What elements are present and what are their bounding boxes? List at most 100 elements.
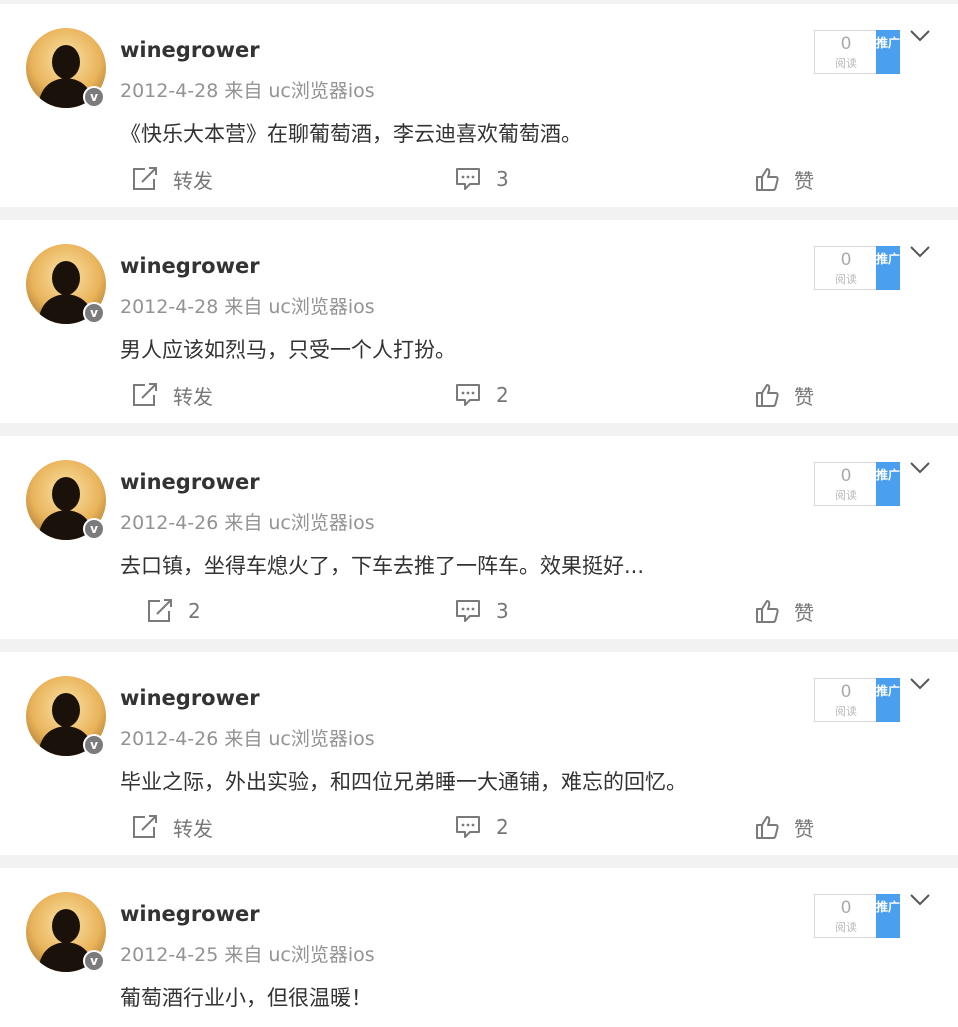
like-label: 赞 (794, 384, 814, 409)
post-source: 来自 uc浏览器ios (224, 728, 375, 750)
username-link[interactable]: winegrower (120, 38, 260, 62)
verified-badge: v (83, 518, 105, 540)
read-label: 阅读 (835, 705, 857, 718)
read-count: 0 (840, 898, 852, 918)
comment-button[interactable]: 3 (454, 594, 509, 628)
like-label: 赞 (794, 168, 814, 193)
share-box-icon (148, 599, 172, 622)
comment-button[interactable]: 2 (454, 810, 509, 844)
forward-label: 转发 (173, 168, 213, 193)
read-label: 阅读 (835, 57, 857, 70)
action-bar: 转发 2 赞 (0, 810, 958, 844)
post-card: v winegrower 2012-4-26 来自 uc浏览器ios 毕业之际，外… (0, 652, 958, 855)
post-text: 男人应该如烈马，只受一个人打扮。 (120, 338, 456, 362)
promote-badge[interactable]: 推广 (876, 246, 900, 290)
forward-button[interactable]: 转发 (131, 810, 213, 844)
chevron-down-icon[interactable] (908, 676, 932, 692)
post-source: 来自 uc浏览器ios (224, 296, 375, 318)
post-meta: 2012-4-28 来自 uc浏览器ios (120, 292, 381, 319)
chevron-down-icon[interactable] (908, 892, 932, 908)
promote-badge[interactable]: 推广 (876, 894, 900, 938)
comment-count: 2 (496, 383, 509, 407)
post-card: v winegrower 2012-4-28 来自 uc浏览器ios 男人应该如烈… (0, 220, 958, 423)
chevron-down-icon[interactable] (908, 460, 932, 476)
post-date[interactable]: 2012-4-26 (120, 512, 218, 534)
comment-count: 2 (496, 815, 509, 839)
thumbs-up-icon (756, 384, 779, 407)
chevron-down-icon[interactable] (908, 28, 932, 44)
comment-bubble-icon (456, 816, 480, 838)
comment-button[interactable]: 2 (454, 378, 509, 412)
read-label: 阅读 (835, 273, 857, 286)
post-meta: 2012-4-25 来自 uc浏览器ios (120, 940, 381, 967)
post-card: v winegrower 2012-4-28 来自 uc浏览器ios 《快乐大本营… (0, 4, 958, 207)
post-card: v winegrower 2012-4-26 来自 uc浏览器ios 去口镇，坐得… (0, 436, 958, 639)
promote-badge[interactable]: 推广 (876, 30, 900, 74)
username-link[interactable]: winegrower (120, 254, 260, 278)
username-link[interactable]: winegrower (120, 902, 260, 926)
username-link[interactable]: winegrower (120, 686, 260, 710)
like-button[interactable]: 赞 (754, 594, 814, 628)
read-count-box[interactable]: 0 阅读 推广 (814, 678, 900, 722)
comment-count: 3 (496, 167, 509, 191)
like-button[interactable]: 赞 (754, 162, 814, 196)
read-count: 0 (840, 466, 852, 486)
verified-badge: v (83, 734, 105, 756)
read-count-box[interactable]: 0 阅读 推广 (814, 246, 900, 290)
comment-count: 3 (496, 599, 509, 623)
post-meta: 2012-4-28 来自 uc浏览器ios (120, 76, 381, 103)
username-link[interactable]: winegrower (120, 470, 260, 494)
thumbs-up-icon (756, 168, 779, 191)
post-source: 来自 uc浏览器ios (224, 80, 375, 102)
share-box-icon (133, 815, 157, 838)
action-bar: 转发 3 赞 (0, 162, 958, 196)
thumbs-up-icon (756, 600, 779, 623)
forward-label: 转发 (173, 816, 213, 841)
read-count: 0 (840, 682, 852, 702)
post-meta: 2012-4-26 来自 uc浏览器ios (120, 508, 381, 535)
post-date[interactable]: 2012-4-28 (120, 296, 218, 318)
post-text: 毕业之际，外出实验，和四位兄弟睡一大通铺，难忘的回忆。 (120, 770, 687, 794)
post-meta: 2012-4-26 来自 uc浏览器ios (120, 724, 381, 751)
forward-button[interactable]: 转发 (131, 378, 213, 412)
comment-bubble-icon (456, 168, 480, 190)
read-count-box[interactable]: 0 阅读 推广 (814, 462, 900, 506)
post-text: 《快乐大本营》在聊葡萄酒，李云迪喜欢葡萄酒。 (120, 122, 582, 146)
read-label: 阅读 (835, 921, 857, 934)
forward-label: 转发 (173, 384, 213, 409)
read-count: 0 (840, 34, 852, 54)
like-label: 赞 (794, 600, 814, 625)
post-text: 去口镇，坐得车熄火了，下车去推了一阵车。效果挺好... (120, 554, 645, 578)
verified-badge: v (83, 86, 105, 108)
like-button[interactable]: 赞 (754, 810, 814, 844)
weibo-feed: v winegrower 2012-4-28 来自 uc浏览器ios 《快乐大本营… (0, 0, 958, 1027)
post-date[interactable]: 2012-4-28 (120, 80, 218, 102)
promote-badge[interactable]: 推广 (876, 678, 900, 722)
forward-button[interactable]: 2 (146, 594, 201, 628)
post-text: 葡萄酒行业小，但很温暖！ (120, 986, 372, 1010)
read-label: 阅读 (835, 489, 857, 502)
forward-count: 2 (188, 599, 201, 623)
promote-badge[interactable]: 推广 (876, 462, 900, 506)
share-box-icon (133, 383, 157, 406)
action-bar: 2 3 赞 (0, 594, 958, 628)
thumbs-up-icon (756, 816, 779, 839)
like-button[interactable]: 赞 (754, 378, 814, 412)
verified-badge: v (83, 302, 105, 324)
post-date[interactable]: 2012-4-25 (120, 944, 218, 966)
read-count: 0 (840, 250, 852, 270)
comment-bubble-icon (456, 600, 480, 622)
read-count-box[interactable]: 0 阅读 推广 (814, 894, 900, 938)
comment-button[interactable]: 3 (454, 162, 509, 196)
verified-badge: v (83, 950, 105, 972)
post-source: 来自 uc浏览器ios (224, 512, 375, 534)
post-date[interactable]: 2012-4-26 (120, 728, 218, 750)
like-label: 赞 (794, 816, 814, 841)
comment-bubble-icon (456, 384, 480, 406)
read-count-box[interactable]: 0 阅读 推广 (814, 30, 900, 74)
chevron-down-icon[interactable] (908, 244, 932, 260)
post-source: 来自 uc浏览器ios (224, 944, 375, 966)
post-card: v winegrower 2012-4-25 来自 uc浏览器ios 葡萄酒行业小… (0, 868, 958, 1027)
forward-button[interactable]: 转发 (131, 162, 213, 196)
share-box-icon (133, 167, 157, 190)
